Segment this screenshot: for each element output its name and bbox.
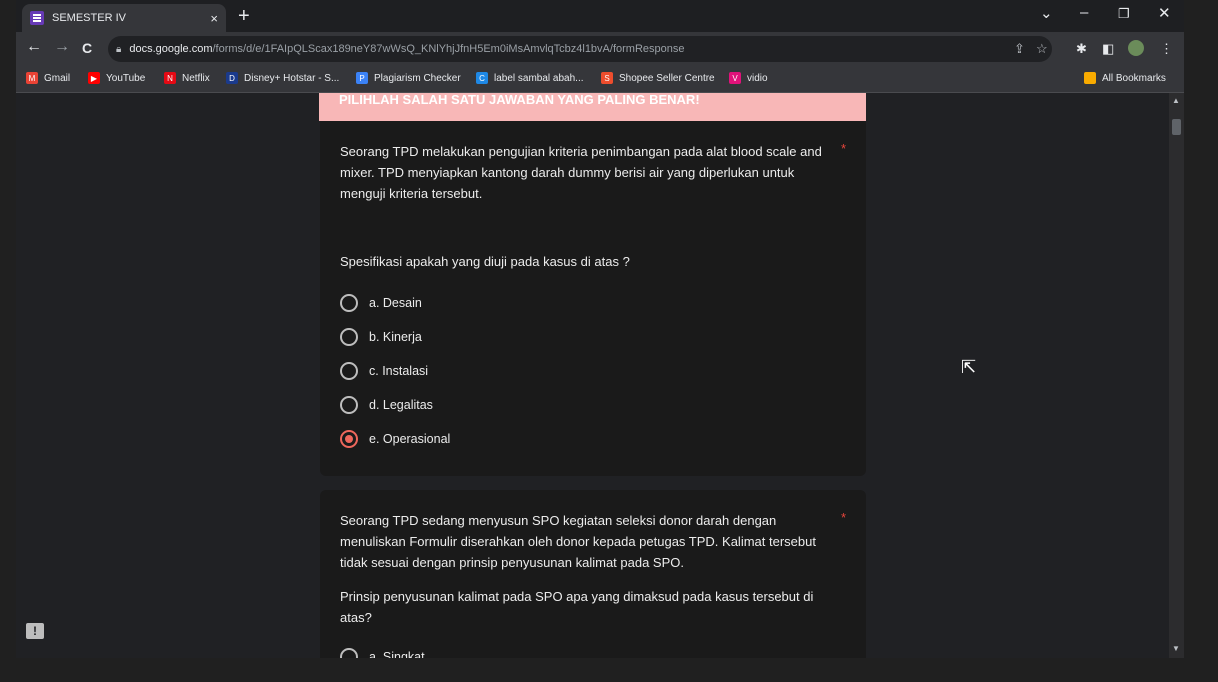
question-2-prompt: Prinsip penyusunan kalimat pada SPO apa …	[340, 589, 814, 625]
option-e[interactable]: e. Operasional	[340, 430, 450, 448]
radio-button[interactable]	[340, 294, 358, 312]
all-bookmarks[interactable]: All Bookmarks	[1084, 72, 1166, 84]
bookmark-label: Disney+ Hotstar - S...	[244, 72, 340, 84]
tab-search-icon[interactable]: ⌄	[1040, 4, 1053, 22]
required-marker: *	[840, 510, 846, 525]
bookmark-star-icon[interactable]: ☆	[1036, 41, 1048, 57]
option-b[interactable]: b. Kinerja	[340, 328, 422, 346]
tab-semester-iv[interactable]: SEMESTER IV ×	[22, 4, 226, 32]
option-label: c. Instalasi	[369, 364, 429, 378]
bookmark-label: vidio	[747, 72, 768, 84]
option-c[interactable]: c. Instalasi	[340, 362, 428, 380]
question-card-2: Seorang TPD sedang menyusun SPO kegiatan…	[320, 490, 866, 658]
folder-icon	[1084, 72, 1096, 84]
bookmark-item[interactable]: S Shopee Seller Centre	[601, 72, 715, 84]
tab-strip: SEMESTER IV × + ⌄ – ❐ ✕	[16, 0, 1184, 32]
page-content: PILIHLAH SALAH SATU JAWABAN YANG PALING …	[16, 93, 1169, 658]
minimize-button[interactable]: –	[1080, 4, 1088, 21]
mouse-cursor-icon: ⇱	[961, 357, 977, 377]
radio-button[interactable]	[340, 648, 358, 658]
scroll-down-icon[interactable]: ▼	[1172, 644, 1180, 653]
bookmark-item[interactable]: N Netflix	[164, 72, 210, 84]
bookmark-item[interactable]: M Gmail	[26, 72, 70, 84]
bookmark-item[interactable]: P Plagiarism Checker	[356, 72, 461, 84]
scroll-thumb[interactable]	[1172, 119, 1181, 135]
new-tab-button[interactable]: +	[238, 5, 250, 28]
url-path: /forms/d/e/1FAIpQLScax189neY87wWsQ_KNlYh…	[212, 43, 685, 55]
required-marker: *	[840, 141, 846, 156]
lock-icon: 🔒︎	[116, 43, 122, 55]
scrollbar[interactable]: ▲ ▼	[1169, 93, 1184, 658]
back-icon[interactable]: ←	[26, 38, 42, 56]
bookmark-favicon-icon: V	[729, 72, 741, 84]
option-label: d. Legalitas	[369, 398, 433, 412]
bookmark-favicon-icon: P	[356, 72, 368, 84]
bookmark-item[interactable]: Vvidio	[729, 72, 768, 84]
option-a[interactable]: a. Desain	[340, 294, 422, 312]
section-banner: PILIHLAH SALAH SATU JAWABAN YANG PALING …	[319, 93, 866, 121]
bookmark-item[interactable]: D Disney+ Hotstar - S...	[226, 72, 339, 84]
close-window-button[interactable]: ✕	[1158, 4, 1171, 22]
radio-button[interactable]	[340, 396, 358, 414]
forward-icon[interactable]: →	[54, 38, 70, 56]
url-host: docs.google.com	[129, 43, 213, 55]
option-label: e. Operasional	[369, 432, 451, 446]
bookmark-favicon-icon: S	[601, 72, 613, 84]
profile-avatar[interactable]	[1128, 40, 1144, 56]
restore-button[interactable]: ❐	[1118, 6, 1130, 22]
bookmarks-bar: All Bookmarks M Gmail ▶ YouTube N Netflix D Dis…	[16, 66, 1184, 93]
bookmark-favicon-icon: ▶	[88, 72, 100, 84]
side-panel-icon[interactable]: ◧	[1102, 41, 1114, 57]
bookmark-item[interactable]: ▶ YouTube	[88, 72, 145, 84]
tab-close-icon[interactable]: ×	[210, 11, 218, 26]
bookmark-label: label sambal abah...	[494, 72, 584, 84]
bookmark-favicon-icon: D	[226, 72, 238, 84]
bookmark-favicon-icon: N	[164, 72, 176, 84]
share-icon[interactable]: ⇪	[1014, 41, 1025, 57]
bookmark-label: Plagiarism Checker	[374, 72, 461, 84]
option-label: a. Desain	[369, 296, 422, 310]
radio-button[interactable]	[340, 328, 358, 346]
question-2-text: Seorang TPD sedang menyusun SPO kegiatan…	[340, 513, 816, 570]
address-bar[interactable]: 🔒︎ docs.google.com/forms/d/e/1FAIpQLScax…	[108, 36, 1052, 62]
bookmark-label: Netflix	[182, 72, 210, 84]
bookmark-favicon-icon: C	[476, 72, 488, 84]
bookmark-label: Shopee Seller Centre	[619, 72, 715, 84]
feedback-icon[interactable]: !	[26, 623, 44, 639]
browser-window: SEMESTER IV × + ⌄ – ❐ ✕ ← → C 🔒︎ docs.go…	[16, 0, 1184, 658]
question-1-prompt: Spesifikasi apakah yang diuji pada kasus…	[340, 254, 630, 269]
radio-button[interactable]	[340, 362, 358, 380]
bookmark-item[interactable]: Clabel sambal abah...	[476, 72, 584, 84]
scroll-up-icon[interactable]: ▲	[1172, 96, 1180, 105]
bookmark-favicon-icon: M	[26, 72, 38, 84]
question-card-1: Seorang TPD melakukan pengujian kriteria…	[320, 121, 866, 476]
option-label: a. Singkat	[369, 650, 425, 658]
reload-icon[interactable]: C	[82, 40, 92, 56]
extensions-icon[interactable]: ✱	[1076, 41, 1087, 57]
question-1-text: Seorang TPD melakukan pengujian kriteria…	[340, 144, 822, 201]
bookmark-label: YouTube	[106, 72, 146, 84]
tab-title: SEMESTER IV	[52, 12, 126, 24]
option-d[interactable]: d. Legalitas	[340, 396, 433, 414]
menu-icon[interactable]: ⋮	[1160, 41, 1173, 57]
browser-toolbar: ← → C 🔒︎ docs.google.com/forms/d/e/1FAIp…	[16, 32, 1184, 66]
radio-button[interactable]	[340, 430, 358, 448]
all-bookmarks-label: All Bookmarks	[1102, 72, 1166, 84]
bookmark-label: Gmail	[44, 72, 71, 84]
forms-icon	[30, 11, 44, 25]
option-label: b. Kinerja	[369, 330, 422, 344]
option-a[interactable]: a. Singkat	[340, 648, 425, 658]
